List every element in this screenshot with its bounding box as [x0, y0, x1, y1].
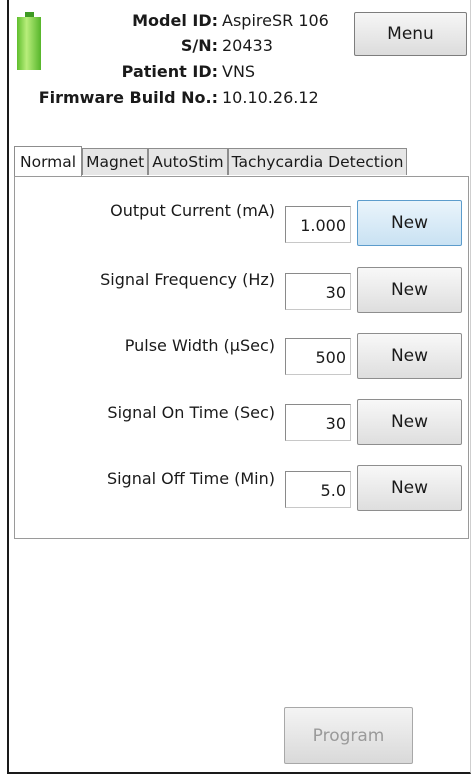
- signal-off-time-label: Signal Off Time (Min): [106, 469, 275, 488]
- signal-frequency-value: 30: [285, 273, 351, 310]
- program-button[interactable]: Program: [284, 707, 413, 764]
- signal-frequency-new-button[interactable]: New: [357, 267, 462, 313]
- model-id-row: Model ID:: [0, 11, 218, 31]
- output-current-value: 1.000: [285, 206, 351, 243]
- signal-on-time-value: 30: [285, 404, 351, 441]
- tab-tachycardia-detection[interactable]: Tachycardia Detection: [227, 148, 408, 175]
- patient-id-row: Patient ID:: [0, 62, 218, 82]
- patient-id-label: Patient ID:: [121, 62, 218, 81]
- sn-row: S/N:: [0, 36, 218, 56]
- sn-label: S/N:: [180, 36, 218, 55]
- pulse-width-new-button[interactable]: New: [357, 333, 462, 379]
- tab-magnet[interactable]: Magnet: [82, 148, 149, 175]
- signal-off-time-value: 5.0: [285, 471, 351, 508]
- output-current-new-button[interactable]: New: [357, 200, 462, 246]
- model-id-label: Model ID:: [132, 11, 218, 30]
- firmware-row: Firmware Build No.:: [0, 88, 218, 108]
- model-id-value: AspireSR 106: [222, 11, 329, 30]
- firmware-value: 10.10.26.12: [222, 88, 319, 107]
- signal-on-time-new-button[interactable]: New: [357, 399, 462, 445]
- sn-value: 20433: [222, 36, 273, 55]
- tab-normal[interactable]: Normal: [14, 146, 83, 176]
- firmware-label: Firmware Build No.:: [38, 88, 218, 107]
- pulse-width-label: Pulse Width (µSec): [124, 336, 275, 355]
- signal-frequency-label: Signal Frequency (Hz): [100, 270, 275, 289]
- signal-off-time-new-button[interactable]: New: [357, 465, 462, 511]
- tab-bar: Normal Magnet AutoStim Tachycardia Detec…: [14, 146, 408, 176]
- output-current-label: Output Current (mA): [110, 201, 275, 220]
- patient-id-value: VNS: [222, 62, 256, 81]
- pulse-width-value: 500: [285, 338, 351, 375]
- tab-autostim[interactable]: AutoStim: [148, 148, 228, 175]
- signal-on-time-label: Signal On Time (Sec): [107, 403, 275, 422]
- menu-button[interactable]: Menu: [354, 12, 467, 56]
